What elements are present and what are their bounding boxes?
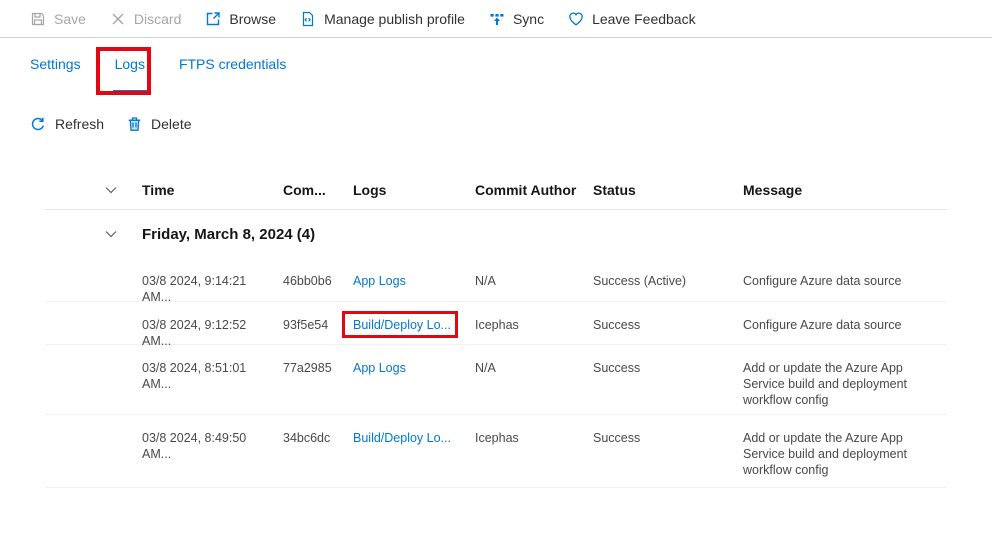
column-header-commit[interactable]: Com... [283,182,353,198]
cell-message: Add or update the Azure App Service buil… [743,430,947,478]
column-header-status[interactable]: Status [593,182,743,198]
save-label: Save [54,11,86,27]
delete-button[interactable]: Delete [126,116,191,132]
refresh-button[interactable]: Refresh [30,116,104,132]
delete-label: Delete [151,116,191,132]
manage-publish-profile-button[interactable]: Manage publish profile [300,11,465,27]
group-row: Friday, March 8, 2024 (4) [45,210,947,258]
leave-feedback-label: Leave Feedback [592,11,696,27]
column-header-message[interactable]: Message [743,182,947,198]
group-collapse-chevron[interactable] [45,227,142,241]
delete-icon [126,116,142,132]
command-bar: Refresh Delete [30,108,192,140]
group-label: Friday, March 8, 2024 (4) [142,226,947,243]
tab-bar: Settings Logs FTPS credentials [28,38,288,93]
table-row[interactable]: 03/8 2024, 8:49:50 AM... 34bc6dc Build/D… [45,415,947,488]
refresh-icon [30,116,46,132]
browse-label: Browse [229,11,276,27]
refresh-label: Refresh [55,116,104,132]
cell-commit-author: N/A [475,360,593,376]
table-header-row: Time Com... Logs Commit Author Status Me… [45,170,947,210]
tab-ftps-credentials[interactable]: FTPS credentials [177,38,288,93]
tab-settings-label: Settings [30,56,81,72]
column-header-time[interactable]: Time [142,182,283,198]
cell-time: 03/8 2024, 9:14:21 AM... [142,273,283,305]
toolbar: Save Discard Browse [0,0,992,38]
collapse-all-chevron[interactable] [45,183,142,197]
logs-link[interactable]: App Logs [353,274,406,288]
leave-feedback-button[interactable]: Leave Feedback [568,11,696,27]
cell-time: 03/8 2024, 9:12:52 AM... [142,317,283,349]
heart-icon [568,11,584,27]
cell-commit-id: 34bc6dc [283,430,353,446]
discard-icon [110,11,126,27]
cell-status: Success [593,430,743,446]
cell-status: Success [593,317,743,333]
table-row[interactable]: 03/8 2024, 9:14:21 AM... 46bb0b6 App Log… [45,258,947,302]
sync-label: Sync [513,11,544,27]
cell-commit-author: Icephas [475,430,593,446]
save-icon [30,11,46,27]
cell-commit-id: 93f5e54 [283,317,353,333]
browse-icon [205,11,221,27]
tab-logs[interactable]: Logs [113,38,147,93]
column-header-commit-author[interactable]: Commit Author [475,182,593,198]
table-row[interactable]: 03/8 2024, 9:12:52 AM... 93f5e54 Build/D… [45,302,947,345]
cell-status: Success [593,360,743,376]
tab-logs-label: Logs [115,56,145,72]
deployment-center-page: Save Discard Browse [0,0,992,548]
tab-ftps-credentials-label: FTPS credentials [179,56,286,72]
cell-commit-id: 77a2985 [283,360,353,376]
cell-commit-author: Icephas [475,317,593,333]
cell-status: Success (Active) [593,273,743,289]
table-body: 03/8 2024, 9:14:21 AM... 46bb0b6 App Log… [45,258,947,488]
browse-button[interactable]: Browse [205,11,276,27]
discard-button[interactable]: Discard [110,11,181,27]
logs-link[interactable]: Build/Deploy Lo... [353,431,451,445]
sync-button[interactable]: Sync [489,11,544,27]
column-header-logs[interactable]: Logs [353,182,475,198]
cell-message: Add or update the Azure App Service buil… [743,360,947,408]
save-button[interactable]: Save [30,11,86,27]
logs-link[interactable]: Build/Deploy Lo... [353,318,451,332]
discard-label: Discard [134,11,181,27]
cell-commit-author: N/A [475,273,593,289]
cell-message: Configure Azure data source [743,317,947,333]
publish-profile-icon [300,11,316,27]
manage-publish-profile-label: Manage publish profile [324,11,465,27]
cell-time: 03/8 2024, 8:51:01 AM... [142,360,283,392]
deployment-logs-table: Time Com... Logs Commit Author Status Me… [45,170,947,488]
table-row[interactable]: 03/8 2024, 8:51:01 AM... 77a2985 App Log… [45,345,947,415]
sync-icon [489,11,505,27]
tab-settings[interactable]: Settings [28,38,83,93]
cell-message: Configure Azure data source [743,273,947,289]
cell-commit-id: 46bb0b6 [283,273,353,289]
cell-time: 03/8 2024, 8:49:50 AM... [142,430,283,462]
logs-link[interactable]: App Logs [353,361,406,375]
